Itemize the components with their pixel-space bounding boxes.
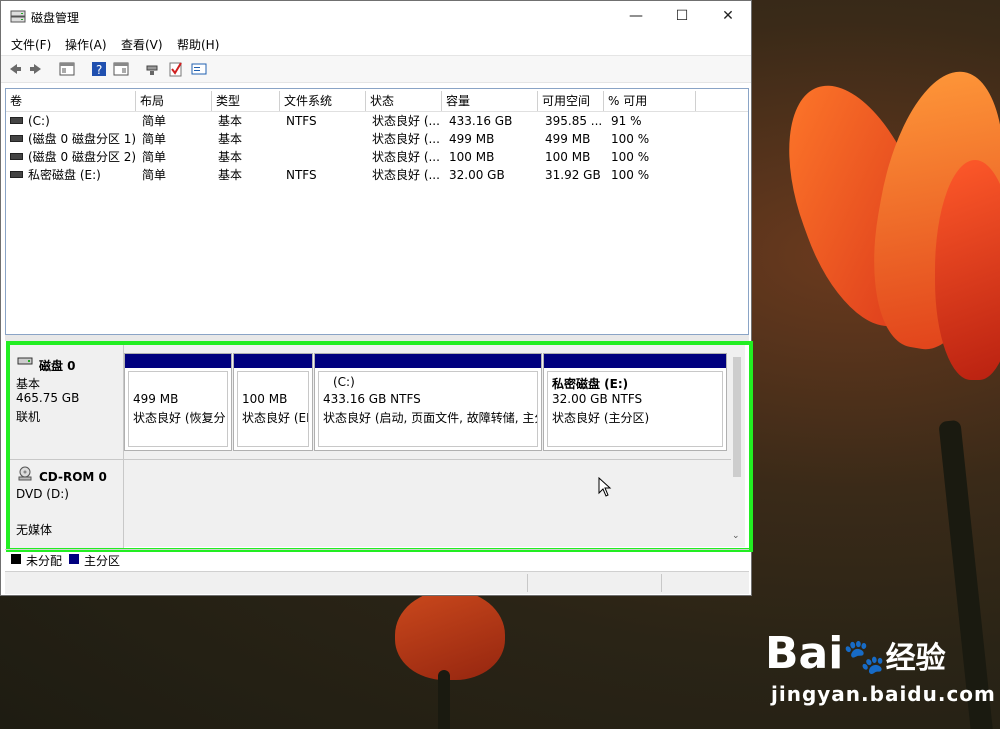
filesystem-cell: NTFS <box>286 168 317 182</box>
layout-cell: 简单 <box>142 150 167 164</box>
col-free-space[interactable]: 可用空间 <box>538 91 604 111</box>
svg-text:?: ? <box>96 63 102 77</box>
disk-management-icon <box>10 10 26 23</box>
col-percent-free[interactable]: % 可用 <box>604 91 696 111</box>
col-filesystem[interactable]: 文件系统 <box>280 91 366 111</box>
menu-help[interactable]: 帮助(H) <box>177 36 219 53</box>
watermark-url: jingyan.baidu.com <box>771 682 996 706</box>
percent-free-cell: 91 % <box>611 114 642 128</box>
status-cell: 状态良好 (... <box>372 132 440 146</box>
back-icon[interactable] <box>7 61 23 77</box>
percent-free-cell: 100 % <box>611 150 650 164</box>
capacity-cell: 32.00 GB <box>449 168 505 182</box>
menu-view[interactable]: 查看(V) <box>121 36 163 53</box>
type-cell: 基本 <box>218 114 243 128</box>
connect-icon[interactable] <box>144 61 160 77</box>
legend-primary: 主分区 <box>84 554 121 568</box>
free-space-cell: 395.85 ... <box>545 114 603 128</box>
volume-name: 私密磁盘 (E:) <box>28 168 101 182</box>
help-icon[interactable]: ? <box>91 61 107 77</box>
status-cell: 状态良好 (... <box>372 150 440 164</box>
status-cell: 状态良好 (... <box>372 114 440 128</box>
minimize-button[interactable]: — <box>613 1 659 31</box>
menu-file[interactable]: 文件(F) <box>11 36 51 53</box>
percent-free-cell: 100 % <box>611 132 650 146</box>
filesystem-cell <box>286 148 366 166</box>
paw-icon: 🐾 <box>843 637 886 677</box>
filesystem-cell: NTFS <box>286 114 317 128</box>
properties-icon[interactable] <box>113 61 129 77</box>
status-segment <box>661 574 662 592</box>
maximize-button[interactable]: ☐ <box>659 1 705 31</box>
type-cell: 基本 <box>218 168 243 182</box>
free-space-cell: 31.92 GB <box>545 168 601 182</box>
title-bar: 磁盘管理 — ☐ ✕ <box>1 1 751 33</box>
capacity-cell: 433.16 GB <box>449 114 513 128</box>
col-capacity[interactable]: 容量 <box>442 91 538 111</box>
status-segment <box>527 574 528 592</box>
layout-cell: 简单 <box>142 114 167 128</box>
console-tree-icon[interactable] <box>59 61 75 77</box>
close-button[interactable]: ✕ <box>705 1 751 31</box>
settings-icon[interactable] <box>191 61 207 77</box>
check-icon[interactable] <box>168 61 184 77</box>
filesystem-cell <box>286 130 366 148</box>
volume-icon <box>10 153 23 160</box>
primary-swatch <box>69 554 79 564</box>
volume-name: (磁盘 0 磁盘分区 2) <box>28 150 136 164</box>
layout-cell: 简单 <box>142 168 167 182</box>
menu-bar: 文件(F) 操作(A) 查看(V) 帮助(H) <box>1 33 751 55</box>
mouse-cursor-icon <box>598 477 612 497</box>
type-cell: 基本 <box>218 132 243 146</box>
watermark-logo: Bai🐾经验 <box>765 628 946 679</box>
window-title: 磁盘管理 <box>31 11 80 25</box>
col-type[interactable]: 类型 <box>212 91 280 111</box>
status-cell: 状态良好 (... <box>372 168 440 182</box>
volume-name: (C:) <box>28 114 50 128</box>
volume-icon <box>10 117 23 124</box>
menu-action[interactable]: 操作(A) <box>65 36 107 53</box>
col-layout[interactable]: 布局 <box>136 91 212 111</box>
capacity-cell: 100 MB <box>449 150 495 164</box>
type-cell: 基本 <box>218 150 243 164</box>
status-bar <box>5 571 749 594</box>
legend: 未分配 主分区 <box>5 549 749 568</box>
toolbar: ? <box>1 55 751 83</box>
forward-icon[interactable] <box>28 61 44 77</box>
volume-list: 卷 布局 类型 文件系统 状态 容量 可用空间 % 可用 (C:) 简单 基本 … <box>5 88 749 335</box>
free-space-cell: 499 MB <box>545 132 591 146</box>
unallocated-swatch <box>11 554 21 564</box>
volume-name: (磁盘 0 磁盘分区 1) <box>28 132 136 146</box>
col-status[interactable]: 状态 <box>366 91 442 111</box>
disk-management-window: 磁盘管理 — ☐ ✕ 文件(F) 操作(A) 查看(V) 帮助(H) ? 卷 布… <box>0 0 753 596</box>
legend-unallocated: 未分配 <box>26 554 63 568</box>
volume-icon <box>10 171 23 178</box>
highlight-frame <box>6 341 753 552</box>
volume-icon <box>10 135 23 142</box>
col-volume[interactable]: 卷 <box>6 91 136 111</box>
layout-cell: 简单 <box>142 132 167 146</box>
percent-free-cell: 100 % <box>611 168 650 182</box>
free-space-cell: 100 MB <box>545 150 591 164</box>
capacity-cell: 499 MB <box>449 132 495 146</box>
baidu-watermark: Bai🐾经验 jingyan.baidu.com <box>765 618 995 708</box>
